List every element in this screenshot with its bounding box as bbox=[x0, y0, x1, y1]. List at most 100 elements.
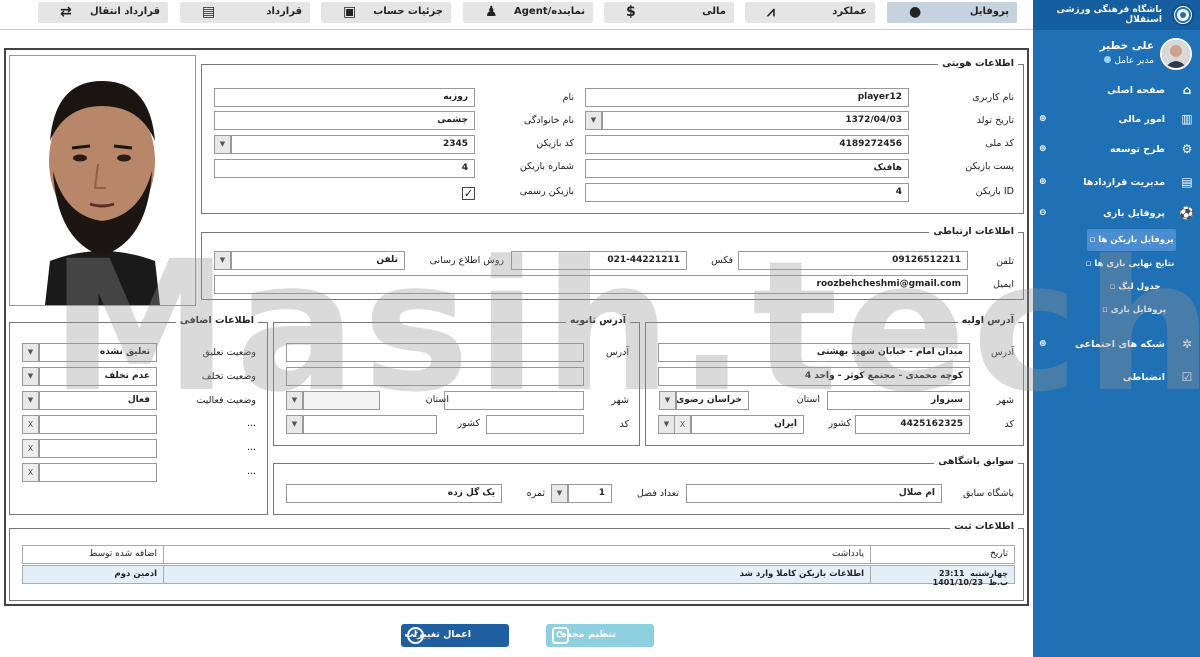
email-field[interactable]: roozbehcheshmi@gmail.com bbox=[214, 275, 968, 294]
result-field[interactable]: یک گل زده bbox=[286, 484, 502, 503]
extra-field-3[interactable] bbox=[39, 463, 157, 482]
violation-select[interactable]: عدم تخلف bbox=[39, 367, 157, 386]
column-header-note[interactable]: یادداشت bbox=[163, 545, 871, 564]
seasons-dropdown-icon[interactable]: ▼ bbox=[551, 484, 568, 503]
tab-agent[interactable]: نماینده/Agent ♟ bbox=[463, 2, 593, 23]
sidebar-item-contracts[interactable]: ▤ مدیریت قراردادها ⊕ bbox=[1033, 172, 1200, 192]
secondary-postal-field[interactable] bbox=[486, 415, 584, 434]
sidebar: باشگاه فرهنگی ورزشی استقلال علی خطیر مدی… bbox=[1033, 0, 1200, 657]
tab-label: قرارداد انتقال bbox=[89, 6, 160, 17]
seasons-field[interactable]: 1 bbox=[568, 484, 612, 503]
sidebar-item-game-profile[interactable]: ⚽ پروفایل بازی ⊖ bbox=[1033, 203, 1200, 223]
discipline-icon: ☑ bbox=[1181, 370, 1193, 384]
first-name-field[interactable]: روزبه bbox=[214, 88, 475, 107]
seasons-label: تعداد فصل bbox=[636, 488, 679, 499]
activity-dropdown-icon[interactable]: ▼ bbox=[22, 391, 39, 410]
official-player-checkbox[interactable]: ✓ bbox=[462, 187, 475, 200]
primary-province-select[interactable]: خراسان رضوی bbox=[676, 391, 749, 410]
sidebar-item-home[interactable]: ⌂ صفحه اصلی bbox=[1033, 80, 1200, 100]
previous-club-field[interactable]: ام صلال bbox=[686, 484, 942, 503]
sidebar-subitem-results[interactable]: نتایج نهایی بازی ها ▫ bbox=[1060, 254, 1200, 274]
sidebar-item-finance[interactable]: ▥ امور مالی ⊕ bbox=[1033, 109, 1200, 129]
username-field[interactable]: player12 bbox=[585, 88, 909, 107]
tab-label: قرارداد bbox=[266, 6, 302, 17]
suspension-select[interactable]: تعلیق نشده bbox=[39, 343, 157, 362]
sidebar-item-discipline[interactable]: ☑ انضباطی bbox=[1033, 367, 1200, 387]
player-code-dropdown-icon[interactable]: ▼ bbox=[214, 135, 231, 154]
violation-dropdown-icon[interactable]: ▼ bbox=[22, 367, 39, 386]
chevron-icon: ⊖ bbox=[1039, 208, 1047, 218]
primary-country-dropdown-icon[interactable]: ▼ bbox=[658, 415, 675, 434]
contract-icon: ▤ bbox=[1181, 175, 1193, 189]
tab-finance[interactable]: مالی $ bbox=[604, 2, 734, 23]
column-header-date[interactable]: تاریخ bbox=[870, 545, 1015, 564]
activity-select[interactable]: فعال bbox=[39, 391, 157, 410]
table-row-added-by-cell[interactable]: ادمین دوم bbox=[22, 565, 164, 584]
secondary-country-select[interactable] bbox=[303, 415, 437, 434]
secondary-address-line1[interactable] bbox=[286, 343, 584, 362]
table-row-date-cell[interactable]: چهارشنبه 23:11 ب.ظ 1401/10/23 bbox=[870, 565, 1015, 587]
last-name-field[interactable]: چشمی bbox=[214, 111, 475, 130]
secondary-country-label: کشور bbox=[457, 418, 481, 429]
primary-country-clear-icon[interactable]: X bbox=[674, 415, 691, 434]
previous-club-label: باشگاه سابق bbox=[962, 488, 1014, 499]
secondary-postal-label: کد bbox=[619, 419, 629, 430]
primary-postal-field[interactable]: 4425162325 bbox=[855, 415, 970, 434]
tab-contract[interactable]: قرارداد ▤ bbox=[180, 2, 310, 23]
reset-button[interactable]: تنظیم مجدد ⟳ bbox=[546, 624, 654, 647]
tab-profile[interactable]: پروفایل ● bbox=[887, 2, 1017, 23]
sidebar-subitem-game-profile[interactable]: پروفایل بازی ▫ bbox=[1068, 300, 1200, 320]
document-icon: ▤ bbox=[202, 4, 216, 20]
table-row-note-cell[interactable]: اطلاعات بازیکن کاملا وارد شد bbox=[163, 565, 871, 584]
first-name-label: نام bbox=[562, 92, 574, 103]
secondary-country-dropdown-icon[interactable]: ▼ bbox=[286, 415, 303, 434]
tab-performance[interactable]: عملکرد ⩘ bbox=[745, 2, 875, 23]
secondary-address-line2[interactable] bbox=[286, 367, 584, 386]
sidebar-item-label: شبکه های اجتماعی bbox=[1075, 338, 1165, 350]
extra-field-1[interactable] bbox=[39, 415, 157, 434]
player-id-label: ID بازیکن bbox=[975, 186, 1014, 197]
extra-field-3-clear-icon[interactable]: X bbox=[22, 463, 39, 482]
primary-province-label: استان bbox=[796, 394, 820, 405]
apply-changes-button[interactable]: اعمال تغییرات ✓ bbox=[401, 624, 509, 647]
sidebar-item-development[interactable]: ⚙ طرح توسعه ⊕ bbox=[1033, 139, 1200, 159]
tab-transfer-contract[interactable]: قرارداد انتقال ⇄ bbox=[38, 2, 168, 23]
extra-field-2[interactable] bbox=[39, 439, 157, 458]
notify-method-select[interactable]: تلفن bbox=[231, 251, 405, 270]
refresh-icon: ⟳ bbox=[552, 627, 569, 644]
player-code-field[interactable]: 2345 bbox=[231, 135, 475, 154]
row-date: 1401/10/23 bbox=[932, 578, 984, 587]
violation-label: وضعیت تخلف bbox=[201, 371, 256, 382]
notify-method-dropdown-icon[interactable]: ▼ bbox=[214, 251, 231, 270]
primary-city-field[interactable]: سبزوار bbox=[827, 391, 970, 410]
position-field[interactable]: هافبک bbox=[585, 159, 909, 178]
avatar[interactable] bbox=[1160, 38, 1192, 70]
primary-address-line2[interactable]: کوچه محمدی - مجتمع کوثر - واحد 4 bbox=[658, 367, 970, 386]
sidebar-item-social[interactable]: ✲ شبکه های اجتماعی ⊕ bbox=[1033, 334, 1200, 354]
suspension-dropdown-icon[interactable]: ▼ bbox=[22, 343, 39, 362]
secondary-province-select[interactable] bbox=[303, 391, 380, 410]
birth-date-dropdown-icon[interactable]: ▼ bbox=[585, 111, 602, 130]
sidebar-subitem-league-table[interactable]: جدول لیگ ▫ bbox=[1070, 277, 1200, 297]
column-header-added-by[interactable]: اضافه شده توسط bbox=[22, 545, 164, 564]
birth-date-field[interactable]: 1372/04/03 bbox=[602, 111, 909, 130]
phone-label: تلفن bbox=[996, 256, 1014, 267]
phone-field[interactable]: 09126512211 bbox=[738, 251, 968, 270]
primary-country-select[interactable]: ایران bbox=[691, 415, 804, 434]
primary-address-line1[interactable]: میدان امام - خیابان شهید بهشتی bbox=[658, 343, 970, 362]
secondary-province-dropdown-icon[interactable]: ▼ bbox=[286, 391, 303, 410]
player-id-field[interactable]: 4 bbox=[585, 183, 909, 202]
fax-field[interactable]: 021-44221211 bbox=[511, 251, 687, 270]
national-id-field[interactable]: 4189272456 bbox=[585, 135, 909, 154]
tab-account[interactable]: جزئیات حساب ▣ bbox=[321, 2, 451, 23]
player-number-field[interactable]: 4 bbox=[214, 159, 475, 178]
primary-province-dropdown-icon[interactable]: ▼ bbox=[659, 391, 676, 410]
fax-label: فکس bbox=[711, 255, 733, 266]
secondary-city-field[interactable] bbox=[444, 391, 584, 410]
extra-field-1-clear-icon[interactable]: X bbox=[22, 415, 39, 434]
chevron-icon: ⊕ bbox=[1039, 177, 1047, 187]
user-name: علی خطیر bbox=[1099, 40, 1154, 52]
last-name-label: نام خانوادگی bbox=[523, 115, 574, 126]
sidebar-subitem-player-profiles[interactable]: پروفایل بازیکن ها ▫ bbox=[1087, 230, 1176, 250]
extra-field-2-clear-icon[interactable]: X bbox=[22, 439, 39, 458]
